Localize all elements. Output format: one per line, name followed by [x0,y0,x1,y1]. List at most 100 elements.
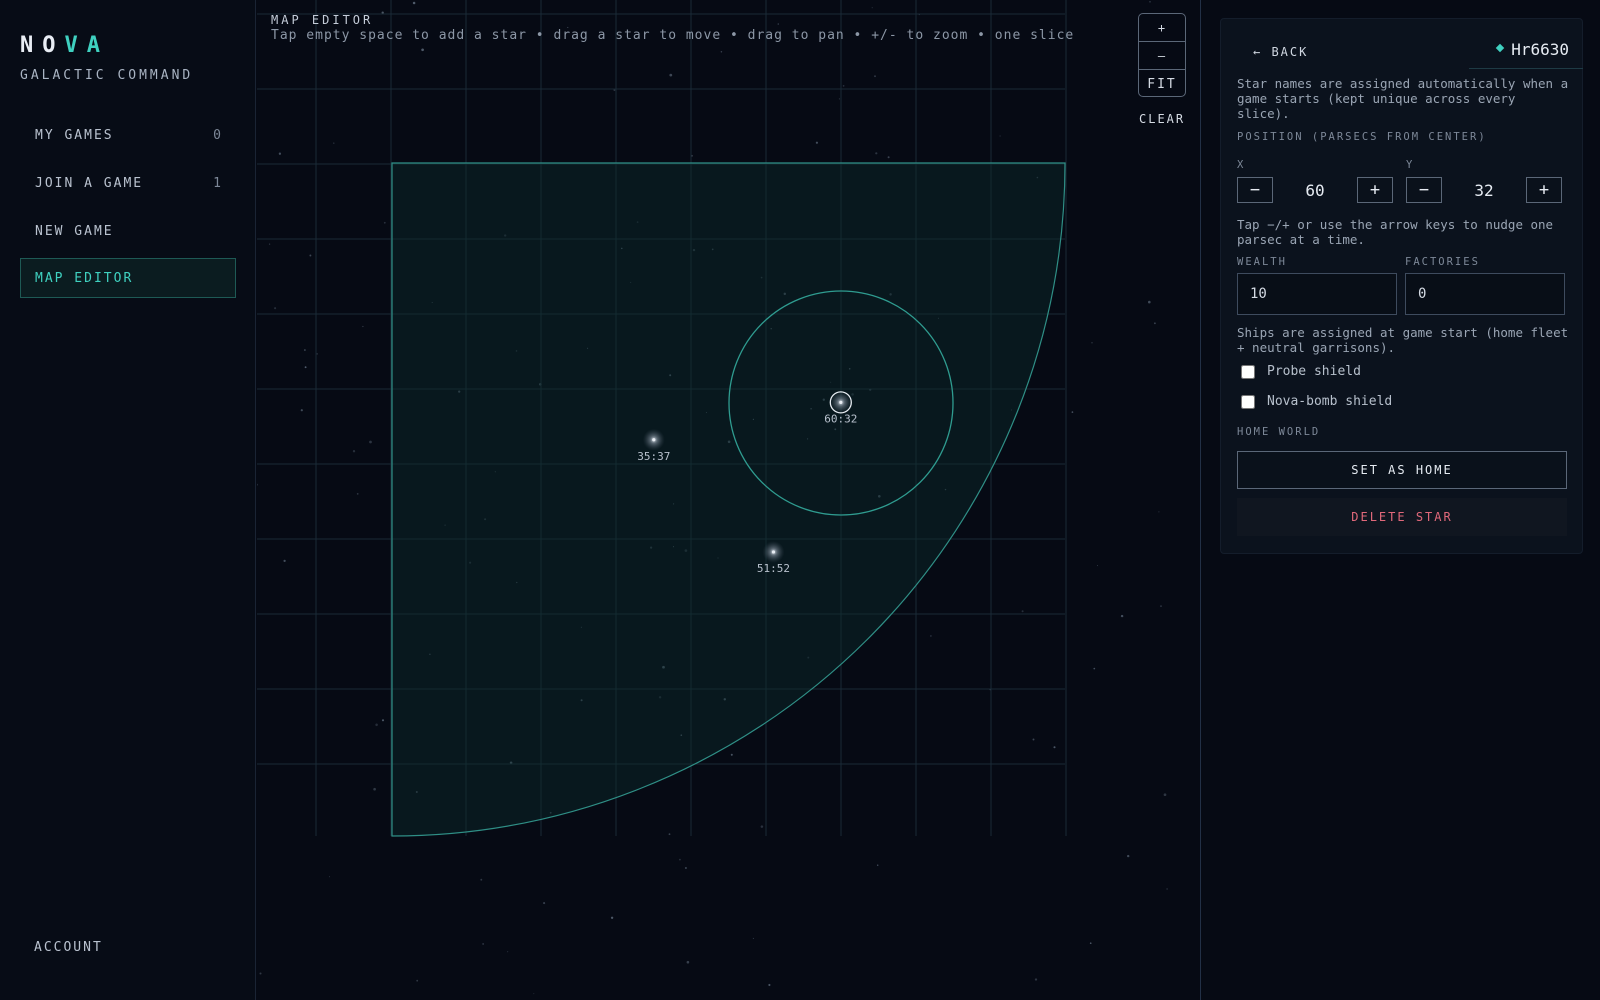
background-star-dot [874,75,876,78]
sidebar-item-new-game[interactable]: NEW GAME [20,211,236,251]
background-star-dot [304,366,307,369]
fit-button[interactable]: FIT [1139,70,1185,98]
sidebar-item-join-a-game[interactable]: JOIN A GAME 1 [20,163,236,203]
y-label: Y [1406,159,1415,171]
clear-button[interactable]: CLEAR [1139,112,1185,126]
sidebar: NOVA GALACTIC COMMAND MY GAMES 0 JOIN A … [0,0,256,1000]
account-link[interactable]: ACCOUNT [34,940,103,955]
background-star-dot [999,135,1001,137]
panel-divider [1200,0,1201,1000]
x-decrement-button[interactable]: − [1237,177,1273,203]
background-star-dot [768,983,771,987]
brand-letter: V [64,33,87,58]
nova-shield-row[interactable]: Nova-bomb shield [1237,394,1392,409]
y-stepper: − 32 + [1406,177,1562,203]
background-star-dot [669,73,673,77]
background-star-dot [1127,854,1130,858]
name-note: Star names are assigned automatically wh… [1237,76,1569,121]
background-star-dot [362,325,364,328]
background-star-dot [730,753,733,756]
star-label: 60:32 [824,412,857,425]
background-star-dot [333,142,335,144]
background-star-dot [1148,300,1151,304]
sidebar-item-label: JOIN A GAME [35,175,144,191]
x-label: X [1237,159,1246,171]
back-button[interactable]: ← BACK [1253,45,1308,59]
star-name-header: Hr6630 [1469,31,1583,69]
background-star-dot [373,787,376,791]
background-star-dot [1154,322,1156,325]
background-star-dot [720,51,723,53]
star-name: Hr6630 [1511,40,1569,59]
background-star-dot [1021,610,1024,613]
background-star-dot [887,156,890,159]
sidebar-item-label: MAP EDITOR [35,270,134,286]
background-star-dot [352,450,356,453]
background-star-dot [930,635,932,637]
y-decrement-button[interactable]: − [1406,177,1442,203]
background-star-dot [668,833,671,836]
background-star-dot [482,943,484,945]
background-star-dot [1163,793,1167,797]
sidebar-item-my-games[interactable]: MY GAMES 0 [20,115,236,155]
zoom-out-button[interactable]: – [1139,42,1185,70]
map-svg[interactable]: 60:32 35:37 51:52 [257,0,1200,1000]
x-value: 60 [1305,180,1325,200]
background-star-dot [1091,342,1093,344]
background-star-dot [871,7,873,9]
nova-bomb-shield-label: Nova-bomb shield [1267,394,1393,409]
background-star-dot [412,1,416,5]
background-star-dot [815,141,819,144]
background-star-dot [1120,614,1124,618]
background-star-dot [381,719,385,722]
background-star-dot [533,993,535,995]
map-hint: Tap empty space to add a star • drag a s… [271,28,1075,43]
background-star-dot [1093,667,1096,670]
factories-input[interactable] [1405,273,1565,315]
star-core [839,400,843,404]
background-star-dot [1149,1,1151,3]
sidebar-item-label: MY GAMES [35,127,114,143]
sidebar-item-map-editor[interactable]: MAP EDITOR [20,258,236,298]
background-star-dot [480,878,483,881]
nova-bomb-shield-checkbox[interactable] [1241,394,1255,409]
map-canvas[interactable]: 60:32 35:37 51:52 [257,0,1200,1000]
background-star-dot [274,307,277,310]
background-star-dot [1053,746,1056,749]
delete-star-button[interactable]: DELETE STAR [1237,498,1567,536]
background-star-dot [1160,605,1162,607]
wealth-label: WEALTH [1237,256,1287,268]
background-star-dot [375,723,378,727]
ships-note: Ships are assigned at game start (home f… [1237,325,1569,355]
star-label: 51:52 [757,562,790,575]
set-as-home-button[interactable]: SET AS HOME [1237,451,1567,489]
background-star-dot [383,221,386,224]
probe-shield-row[interactable]: Probe shield [1237,364,1361,379]
zoom-in-button[interactable]: + [1139,14,1185,42]
wealth-input[interactable] [1237,273,1397,315]
brand-letter: A [86,33,109,58]
background-star-dot [356,493,359,495]
background-star-dot [876,864,879,866]
background-star-dot [278,152,282,155]
background-star-dot [838,98,840,100]
background-star-dot [752,937,754,939]
background-star-dot [686,960,690,964]
background-star-dot [1071,411,1074,413]
brand-logo: NOVA [20,33,109,58]
star-editor-panel: ← BACK Hr6630 Star names are assigned au… [1220,18,1583,554]
probe-shield-checkbox[interactable] [1241,364,1255,379]
sidebar-item-count: 1 [213,175,221,191]
y-value: 32 [1474,180,1494,200]
x-increment-button[interactable]: + [1357,177,1393,203]
nudge-note: Tap −/+ or use the arrow keys to nudge o… [1237,217,1554,247]
background-star-dot [875,152,878,155]
background-star-dot [1166,888,1168,890]
background-star-dot [300,409,303,412]
background-star-dot [1096,565,1099,567]
x-stepper: − 60 + [1237,177,1393,203]
y-increment-button[interactable]: + [1526,177,1562,203]
background-star-dot [304,349,306,351]
background-star-dot [777,23,780,25]
background-star-dot [507,951,509,953]
